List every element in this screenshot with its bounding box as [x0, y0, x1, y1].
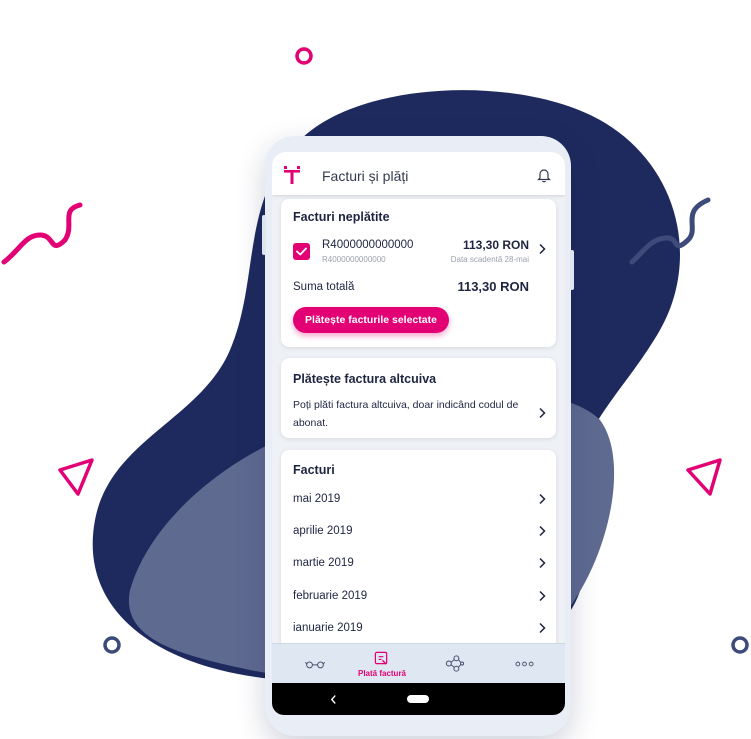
invoice-month-item[interactable]: martie 2019 [281, 555, 556, 587]
circle-decoration-bottom-right [731, 636, 749, 654]
chevron-right-icon [539, 590, 546, 602]
phone-side-button [570, 250, 574, 290]
pay-other-title: Plătește factura altcuiva [293, 372, 437, 386]
page-title: Facturi și plăți [322, 168, 409, 184]
chevron-right-icon [539, 622, 546, 634]
chevron-right-icon [539, 557, 546, 569]
telekom-t-logo-icon [284, 166, 300, 184]
total-value: 113,30 RON [457, 279, 529, 294]
pay-other-description: Poți plăti factura altcuiva, doar indicâ… [293, 399, 519, 429]
system-navigation-bar [272, 683, 565, 715]
chevron-right-icon [539, 525, 546, 537]
chevron-right-icon[interactable] [538, 243, 546, 255]
phone-side-button [262, 215, 266, 255]
invoices-card: Facturi mai 2019 aprilie 2019 martie 201… [281, 450, 556, 650]
bottom-navigation: Plată factură [272, 643, 565, 684]
invoice-sub-id: R4000000000000 [322, 255, 386, 264]
triangle-decoration-left [58, 458, 94, 496]
nav-item-more[interactable] [510, 644, 540, 684]
circle-decoration-top [295, 47, 313, 65]
month-label: mai 2019 [293, 493, 341, 505]
check-icon [296, 247, 307, 256]
network-nodes-icon [445, 655, 464, 672]
nav-item-glasses[interactable] [300, 644, 330, 684]
chevron-right-icon [539, 493, 546, 505]
month-label: ianuarie 2019 [293, 622, 363, 634]
home-pill-icon[interactable] [407, 695, 429, 703]
unpaid-invoices-card: Facturi neplătite R4000000000000 R400000… [281, 199, 556, 347]
nav-item-pay-invoice[interactable]: Plată factură [352, 644, 412, 684]
invoice-id: R4000000000000 [322, 239, 414, 251]
circle-decoration-bottom-left [103, 636, 121, 654]
invoice-amount: 113,30 RON [462, 238, 529, 252]
total-label: Suma totală [293, 281, 355, 293]
triangle-decoration-right [686, 458, 722, 496]
invoices-title: Facturi [293, 463, 335, 477]
month-label: aprilie 2019 [293, 525, 353, 537]
chevron-right-icon[interactable] [538, 407, 546, 419]
app-screen: Facturi și plăți Facturi neplătite R4000… [272, 152, 565, 715]
glasses-icon [305, 661, 325, 669]
nav-label-pay-invoice: Plată factură [357, 669, 407, 678]
back-chevron-icon[interactable] [330, 694, 337, 705]
invoice-month-item[interactable]: mai 2019 [281, 491, 556, 523]
pay-other-card[interactable]: Plătește factura altcuiva Poți plăti fac… [281, 358, 556, 438]
more-dots-icon [515, 661, 534, 667]
bell-icon[interactable] [537, 168, 551, 183]
invoice-month-item[interactable]: aprilie 2019 [281, 523, 556, 555]
invoice-month-item[interactable]: februarie 2019 [281, 588, 556, 620]
nav-item-network[interactable] [440, 644, 470, 684]
invoice-due-date: Data scadentă 28-mai [450, 255, 529, 264]
month-label: martie 2019 [293, 557, 354, 569]
unpaid-invoices-title: Facturi neplătite [293, 210, 390, 224]
app-header: Facturi și plăți [272, 152, 565, 195]
pink-squiggle-left [1, 202, 83, 265]
invoice-payment-icon [374, 651, 388, 665]
invoice-checkbox[interactable] [293, 243, 310, 260]
month-label: februarie 2019 [293, 590, 368, 602]
pay-selected-button[interactable]: Plătește facturile selectate [293, 307, 449, 333]
